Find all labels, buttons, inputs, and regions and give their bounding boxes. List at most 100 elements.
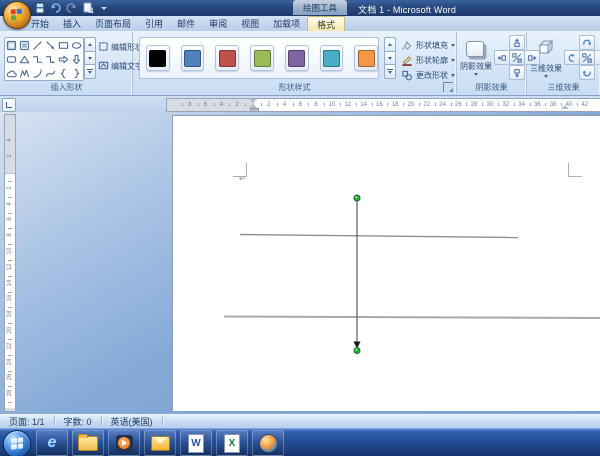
tab-format[interactable]: 格式 — [307, 16, 346, 31]
shape-freeform[interactable] — [18, 66, 31, 80]
qat-save-button[interactable] — [33, 2, 46, 15]
taskbar-button-media-center[interactable] — [252, 430, 284, 456]
shape-elbow-arrow-connector[interactable] — [44, 52, 57, 66]
shadow-square-icon — [465, 41, 484, 57]
three-d-rotate-cluster — [564, 35, 600, 80]
ruler-number: 16 — [376, 102, 383, 108]
group-shape-styles: 形状填充 形状轮廓 更改形状 形状样式 — [133, 32, 457, 94]
shape-recent-shape-2[interactable] — [18, 38, 31, 52]
shadow-nudge-left-button[interactable] — [494, 50, 510, 65]
gallery-scroll-down-button[interactable] — [84, 50, 96, 66]
swatch-color — [184, 49, 202, 67]
tab-view[interactable]: 视图 — [234, 16, 266, 31]
style-scroll-down-button[interactable] — [384, 50, 396, 66]
shadow-nudge-up-button[interactable] — [509, 35, 525, 50]
ruler-number: 30 — [486, 102, 494, 108]
status-word-count[interactable]: 字数: 0 — [55, 415, 101, 428]
change-shape-icon — [401, 70, 413, 81]
shape-fill-button[interactable]: 形状填充 — [401, 38, 455, 52]
horizontal-line-top[interactable] — [239, 233, 519, 239]
ruler-number: 4 — [282, 102, 287, 108]
ruler-number: 24 — [439, 102, 446, 108]
tilt-down-button[interactable] — [579, 65, 595, 80]
qat-undo-button[interactable] — [49, 2, 62, 15]
shadow-effects-button[interactable]: 阴影效果 — [460, 35, 492, 83]
shape-curve[interactable] — [44, 66, 57, 80]
taskbar-buttons: e WX — [36, 430, 284, 456]
group-label-shadow-effects: 阴影效果 — [475, 83, 508, 92]
shape-oval[interactable] — [70, 38, 83, 52]
horizontal-line-bottom[interactable] — [223, 315, 600, 319]
shape-right-arrow[interactable] — [57, 52, 70, 66]
shape-style-swatch-7[interactable] — [354, 45, 379, 71]
office-button[interactable] — [3, 1, 31, 29]
shape-right-brace[interactable] — [70, 66, 83, 80]
shape-outline-button[interactable]: 形状轮廓 — [401, 53, 455, 67]
ruler-number: 36 — [534, 102, 541, 108]
first-line-indent-marker[interactable] — [249, 99, 257, 103]
shape-style-swatch-1[interactable] — [146, 45, 170, 71]
tab-insert[interactable]: 插入 — [56, 16, 88, 31]
shape-style-swatch-4[interactable] — [250, 45, 274, 71]
tab-add-ins[interactable]: 加载项 — [266, 16, 307, 31]
qat-print-preview-button[interactable] — [81, 2, 94, 15]
shape-left-brace[interactable] — [57, 66, 70, 80]
ruler-number: 2 — [267, 102, 271, 108]
status-language[interactable]: 英语(美国) — [102, 415, 162, 428]
three-d-effects-button[interactable]: 三维效果 — [530, 35, 562, 83]
qat-redo-button[interactable] — [65, 2, 78, 15]
shape-down-arrow[interactable] — [70, 52, 83, 66]
taskbar-button-excel[interactable]: X — [216, 430, 248, 456]
gallery-more-button[interactable] — [84, 64, 96, 80]
tab-stop-selector[interactable] — [2, 98, 16, 112]
status-bar: 页面: 1/1 字数: 0 英语(美国) — [0, 413, 600, 428]
start-button[interactable] — [3, 430, 31, 456]
shape-arc[interactable] — [31, 66, 44, 80]
gallery-scroll-up-button[interactable] — [84, 37, 96, 52]
tab-references[interactable]: 引用 — [138, 16, 170, 31]
style-more-button[interactable] — [384, 64, 396, 80]
swatch-color — [357, 49, 375, 67]
shape-style-swatch-3[interactable] — [215, 45, 240, 71]
shadow-toggle-button[interactable] — [509, 50, 525, 65]
ruler-number: 34 — [518, 102, 525, 108]
style-scroll-up-button[interactable] — [384, 37, 396, 52]
change-shape-button[interactable]: 更改形状 — [401, 68, 455, 82]
tab-review[interactable]: 审阅 — [202, 16, 234, 31]
edit-shape-button[interactable]: 编辑形状 — [98, 40, 149, 54]
shape-rectangle[interactable] — [57, 38, 70, 52]
tilt-right-button[interactable] — [594, 50, 600, 65]
tab-mailings[interactable]: 邮件 — [170, 16, 202, 31]
tilt-up-button[interactable] — [579, 35, 595, 50]
title-bar: 绘图工具 文档 1 - Microsoft Word — [0, 0, 600, 16]
shape-recent-shape-1[interactable] — [5, 38, 18, 52]
vertical-line-selected-endpoint-handle-1[interactable] — [353, 194, 361, 202]
tilt-left-button[interactable] — [564, 50, 580, 65]
style-gallery-scrollbar — [384, 37, 396, 80]
ruler-number: 2 — [235, 102, 239, 108]
taskbar-button-media-player[interactable] — [108, 430, 140, 456]
shape-elbow-connector[interactable] — [31, 52, 44, 66]
taskbar-button-word[interactable]: W — [180, 430, 212, 456]
shape-style-swatch-5[interactable] — [284, 45, 309, 71]
swatch-color — [218, 49, 236, 67]
vertical-line-selected-handle-gloss — [355, 348, 358, 351]
taskbar-button-windows-explorer[interactable] — [72, 430, 104, 456]
vertical-line-selected-endpoint-handle-2[interactable] — [353, 347, 361, 354]
shape-rounded-rectangle[interactable] — [5, 52, 18, 66]
qat-customize-quick-access-button[interactable] — [97, 2, 110, 15]
taskbar-button-internet-explorer[interactable]: e — [36, 430, 68, 456]
shadow-nudge-down-button[interactable] — [509, 65, 525, 80]
shape-style-swatch-6[interactable] — [319, 45, 344, 71]
tab-page-layout[interactable]: 页面布局 — [88, 16, 138, 31]
ruler-number: 10 — [328, 102, 336, 108]
taskbar-button-outlook[interactable] — [144, 430, 176, 456]
edit-text-button[interactable]: 编辑文字 — [98, 59, 143, 73]
status-page-number[interactable]: 页面: 1/1 — [0, 415, 54, 428]
shape-cloud[interactable] — [5, 66, 18, 80]
shape-arrow[interactable] — [44, 38, 57, 52]
three-d-toggle-button[interactable] — [579, 50, 595, 65]
shape-line[interactable] — [31, 38, 44, 52]
shape-style-swatch-2[interactable] — [180, 45, 205, 71]
shape-isosceles-triangle[interactable] — [18, 52, 31, 66]
